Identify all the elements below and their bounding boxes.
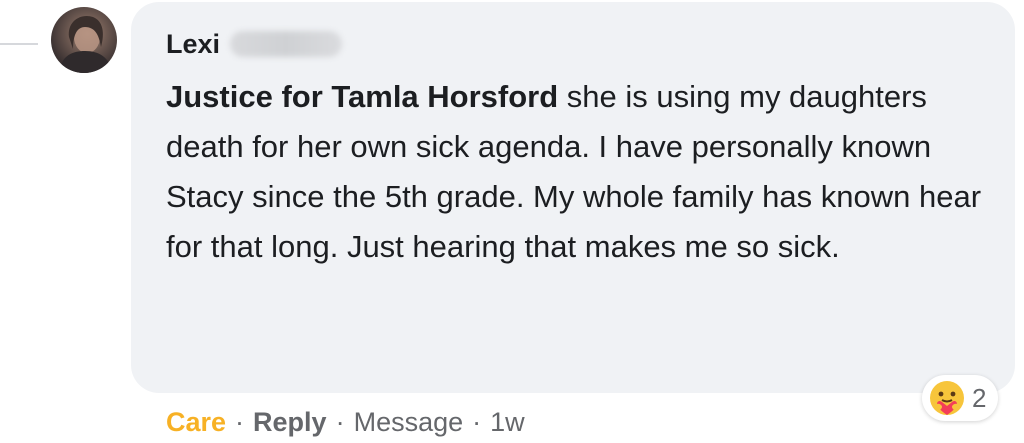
comment-actions: Care · Reply · Message · 1w	[166, 402, 525, 442]
care-reaction-button[interactable]: Care	[166, 407, 226, 438]
care-emoji-icon	[930, 381, 964, 415]
separator-dot: ·	[335, 406, 345, 437]
thread-connector-line	[0, 43, 38, 45]
reaction-summary[interactable]: 2	[922, 375, 999, 421]
message-button[interactable]: Message	[354, 407, 464, 438]
author-name[interactable]: Lexi	[166, 29, 220, 60]
author-row: Lexi	[166, 26, 343, 62]
comment-text: Justice for Tamla Horsford she is using …	[166, 72, 996, 272]
comment-timestamp[interactable]: 1w	[490, 407, 525, 438]
reply-button[interactable]: Reply	[253, 407, 327, 438]
separator-dot: ·	[235, 406, 245, 437]
avatar-photo-icon	[59, 15, 113, 73]
mentioned-page-link[interactable]: Justice for Tamla Horsford	[166, 79, 558, 114]
reaction-count: 2	[972, 382, 987, 413]
avatar[interactable]	[51, 7, 117, 73]
comment-thread: Lexi Justice for Tamla Horsford she is u…	[0, 0, 1024, 443]
redacted-surname	[230, 31, 343, 57]
separator-dot: ·	[472, 406, 482, 437]
